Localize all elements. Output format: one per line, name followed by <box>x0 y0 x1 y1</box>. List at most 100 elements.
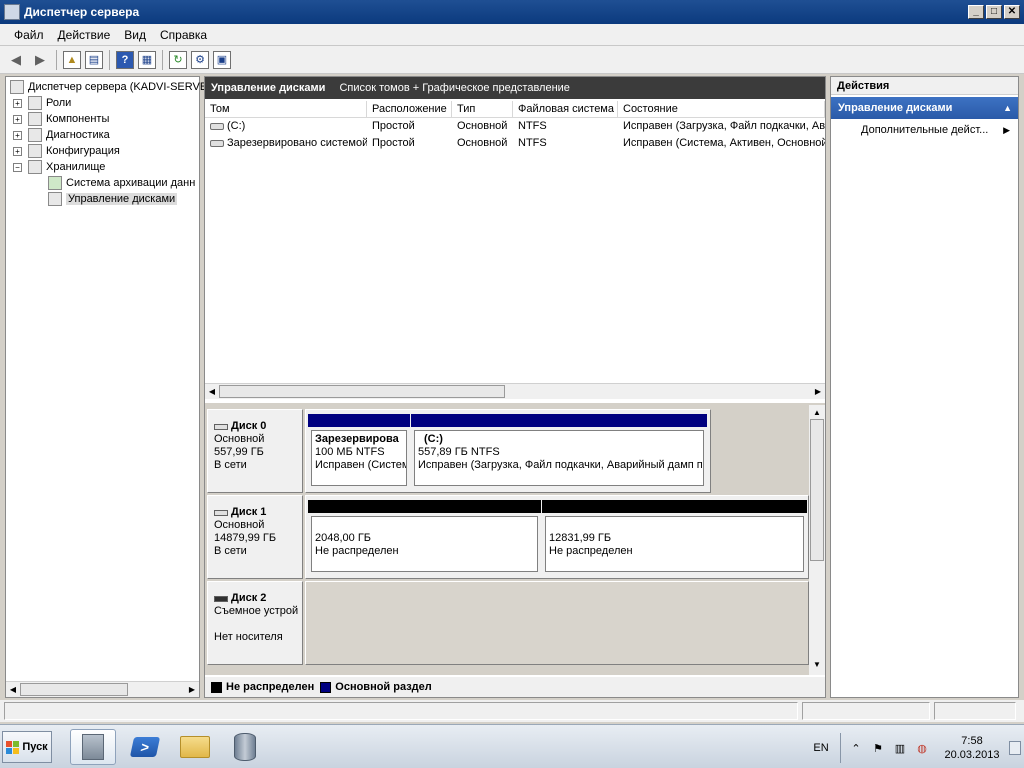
menu-action[interactable]: Действие <box>51 28 118 42</box>
column-header-status[interactable]: Состояние <box>618 101 825 117</box>
action-center-flag-icon[interactable]: ⚑ <box>870 740 886 756</box>
language-indicator[interactable]: EN <box>806 742 836 754</box>
collapse-caret-icon[interactable]: ▲ <box>1003 97 1012 119</box>
server-manager-app-icon <box>4 4 20 20</box>
menu-view[interactable]: Вид <box>117 28 153 42</box>
menu-help[interactable]: Справка <box>153 28 214 42</box>
partition-reserved[interactable]: Зарезервирова 100 МБ NTFS Исправен (Сист… <box>308 414 410 488</box>
powershell-icon: > <box>129 737 161 757</box>
backup-icon <box>48 176 62 190</box>
export-icon[interactable]: ▣ <box>213 50 231 69</box>
tree-item-disk-management[interactable]: Управление дисками <box>48 191 178 207</box>
toolbar-separator <box>56 49 57 70</box>
partition-c[interactable]: (C:) 557,89 ГБ NTFS Исправен (Загрузка, … <box>411 414 707 488</box>
volume-list-horizontal-scrollbar[interactable]: ◀ ▶ <box>205 383 825 399</box>
refresh-icon[interactable]: ↻ <box>169 50 187 69</box>
table-row[interactable]: (C:) Простой Основной NTFS Исправен (Заг… <box>205 118 825 135</box>
taskbar-server-manager[interactable] <box>70 729 116 765</box>
taskbar-explorer[interactable] <box>172 729 218 765</box>
scroll-left-icon[interactable]: ◀ <box>205 385 219 399</box>
scroll-up-icon[interactable]: ▲ <box>809 405 825 419</box>
menu-file[interactable]: Файл <box>0 28 51 42</box>
window-title-bar[interactable]: Диспетчер сервера _ □ ✕ <box>0 0 1024 24</box>
expand-icon[interactable]: + <box>13 130 22 140</box>
disk-management-icon <box>48 192 62 206</box>
taskbar-storage-app[interactable] <box>222 729 268 765</box>
volume-muted-icon[interactable]: ◍ <box>914 740 930 756</box>
legend-swatch <box>211 681 222 693</box>
status-bar <box>0 700 1024 722</box>
pane-header: Управление дисками Список томов + Графич… <box>205 77 825 99</box>
collapse-icon[interactable]: − <box>13 162 22 172</box>
tree-horizontal-scrollbar[interactable]: ◀ ▶ <box>6 681 199 697</box>
system-tray: EN ⌃ ⚑ ▥ ◍ 7:58 20.03.2013 <box>806 731 1022 765</box>
back-icon[interactable]: ◀ <box>6 50 26 70</box>
start-button[interactable]: Пуск <box>2 731 52 763</box>
minimize-button[interactable]: _ <box>968 5 984 19</box>
scroll-right-icon[interactable]: ▶ <box>811 385 825 399</box>
table-row[interactable]: Зарезервировано системой Простой Основно… <box>205 135 825 152</box>
menu-bar: Файл Действие Вид Справка <box>0 24 1024 46</box>
partition-color-bar <box>308 500 541 513</box>
taskbar-powershell[interactable]: > <box>122 729 168 765</box>
show-hidden-icons-icon[interactable]: ⌃ <box>848 740 864 756</box>
tree-item-features[interactable]: + Компоненты <box>13 111 109 127</box>
tree-item-storage[interactable]: − Хранилище <box>13 159 105 175</box>
legend-swatch <box>320 681 332 693</box>
diagnostics-icon <box>28 128 42 142</box>
settings-icon[interactable]: ⚙ <box>191 50 209 69</box>
column-header-layout[interactable]: Расположение <box>367 101 452 117</box>
actions-section-disk-management[interactable]: Управление дисками ▲ <box>831 97 1018 119</box>
disk-partitions-0: Зарезервирова 100 МБ NTFS Исправен (Сист… <box>305 409 711 493</box>
scroll-right-icon[interactable]: ▶ <box>185 683 199 697</box>
expand-icon[interactable]: + <box>13 146 22 156</box>
scroll-thumb[interactable] <box>219 385 505 398</box>
disk-management-pane: Управление дисками Список томов + Графич… <box>204 76 826 698</box>
tree-item-configuration[interactable]: + Конфигурация <box>13 143 120 159</box>
scroll-thumb[interactable] <box>20 683 128 696</box>
tree-item-backup[interactable]: Система архивации данн <box>48 175 195 191</box>
expand-icon[interactable]: + <box>13 98 22 108</box>
clock[interactable]: 7:58 20.03.2013 <box>939 734 1005 762</box>
unallocated-space-2[interactable]: 12831,99 ГБ Не распределен <box>542 500 807 574</box>
toolbar-separator <box>162 49 163 70</box>
maximize-button[interactable]: □ <box>986 5 1002 19</box>
folder-icon <box>180 736 210 758</box>
pane-title: Управление дисками <box>211 82 326 94</box>
column-header-volume[interactable]: Том <box>205 101 367 117</box>
action-more-actions[interactable]: Дополнительные дейст... ▶ <box>831 119 1018 141</box>
console-tree: Диспетчер сервера (KADVI-SERVE + Роли + … <box>5 76 207 698</box>
disk-icon <box>214 423 228 430</box>
disk-info-2[interactable]: Диск 2 Съемное устрой Нет носителя <box>207 581 303 665</box>
disk-info-0[interactable]: Диск 0 Основной 557,99 ГБ В сети <box>207 409 303 493</box>
actions-pane: Действия Управление дисками ▲ Дополнител… <box>830 76 1019 698</box>
close-button[interactable]: ✕ <box>1004 5 1020 19</box>
tree-item-diagnostics[interactable]: + Диагностика <box>13 127 110 143</box>
database-icon <box>234 733 256 761</box>
tree-root-server-manager[interactable]: Диспетчер сервера (KADVI-SERVE <box>10 79 207 95</box>
help-icon[interactable]: ? <box>116 50 134 69</box>
pane-view-mode: Список томов + Графическое представление <box>339 82 570 94</box>
scroll-left-icon[interactable]: ◀ <box>6 683 20 697</box>
expand-icon[interactable]: + <box>13 114 22 124</box>
graphical-view-vertical-scrollbar[interactable]: ▲ ▼ <box>809 405 825 675</box>
properties-icon[interactable]: ▦ <box>138 50 156 69</box>
up-folder-icon[interactable]: ▲ <box>63 50 81 69</box>
roles-icon <box>28 96 42 110</box>
disk-partitions-2 <box>305 581 809 665</box>
storage-icon <box>28 160 42 174</box>
scroll-down-icon[interactable]: ▼ <box>809 657 825 671</box>
disk-row-1: Диск 1 Основной 14879,99 ГБ В сети 2048,… <box>207 495 809 579</box>
tree-item-roles[interactable]: + Роли <box>13 95 71 111</box>
show-hide-tree-icon[interactable]: ▤ <box>85 50 103 69</box>
show-desktop-button[interactable] <box>1009 741 1021 755</box>
disk-info-1[interactable]: Диск 1 Основной 14879,99 ГБ В сети <box>207 495 303 579</box>
network-icon[interactable]: ▥ <box>892 740 908 756</box>
unallocated-space-1[interactable]: 2048,00 ГБ Не распределен <box>308 500 541 574</box>
column-header-file-system[interactable]: Файловая система <box>513 101 618 117</box>
column-header-type[interactable]: Тип <box>452 101 513 117</box>
partition-color-bar <box>542 500 807 513</box>
volume-list-header: Том Расположение Тип Файловая система Со… <box>205 101 825 118</box>
scroll-thumb[interactable] <box>810 419 824 561</box>
forward-icon[interactable]: ▶ <box>30 50 50 70</box>
